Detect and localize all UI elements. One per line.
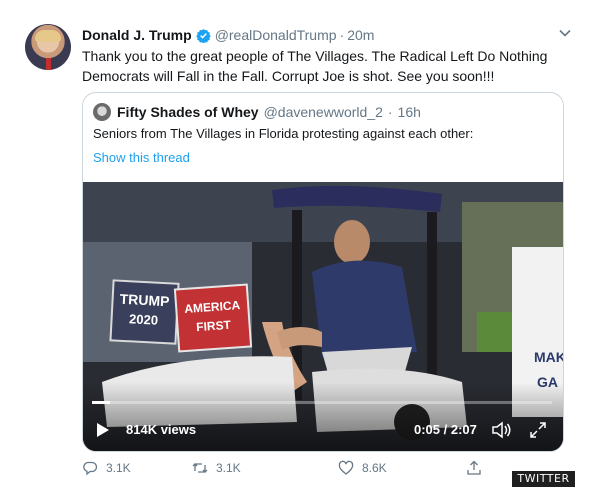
verified-icon	[195, 28, 211, 43]
twitter-watermark: TWITTER	[512, 471, 575, 487]
fullscreen-icon[interactable]	[530, 422, 546, 438]
tweet[interactable]: Donald J. Trump @realDonaldTrump · 20m T…	[0, 0, 600, 492]
share-button[interactable]	[466, 460, 490, 476]
sign-america-first-line2: FIRST	[196, 318, 232, 334]
author-name[interactable]: Donald J. Trump	[82, 27, 192, 43]
quoted-author-handle[interactable]: @davenewworld_2	[264, 104, 383, 120]
share-icon	[467, 460, 481, 475]
quoted-text: Seniors from The Villages in Florida pro…	[93, 126, 474, 141]
author-handle[interactable]: @realDonaldTrump	[215, 27, 337, 43]
sign-partial-line1: MAK	[534, 349, 564, 365]
play-icon[interactable]	[96, 422, 110, 438]
tweet-actions: 3.1K 3.1K 8.6K	[82, 460, 502, 480]
video-frame: TRUMP 2020 AMERICA FIRST MAK GA	[83, 182, 564, 451]
tweet-header: Donald J. Trump @realDonaldTrump · 20m	[82, 26, 374, 44]
show-thread-link[interactable]: Show this thread	[93, 150, 190, 165]
tweet-text: Thank you to the great people of The Vil…	[82, 48, 548, 84]
volume-icon[interactable]	[492, 421, 512, 439]
retweet-count: 3.1K	[216, 461, 241, 475]
quoted-author-name[interactable]: Fifty Shades of Whey	[117, 104, 259, 120]
quoted-timestamp[interactable]: 16h	[398, 104, 421, 120]
quoted-tweet[interactable]: Fifty Shades of Whey @davenewworld_2 · 1…	[82, 92, 564, 452]
retweet-button[interactable]: 3.1K	[192, 460, 241, 476]
quoted-separator-dot: ·	[387, 104, 393, 120]
quoted-header: Fifty Shades of Whey @davenewworld_2 · 1…	[93, 103, 421, 121]
separator-dot: ·	[339, 27, 345, 43]
tweet-timestamp[interactable]: 20m	[347, 27, 374, 43]
video-timecode: 0:05 / 2:07	[414, 422, 477, 437]
video-progress-fill	[92, 401, 111, 404]
sign-trump-2020-line2: 2020	[129, 311, 159, 327]
like-icon	[338, 460, 354, 475]
video-views: 814K views	[126, 422, 197, 437]
video-progress-bar[interactable]	[92, 401, 552, 404]
video-player[interactable]: TRUMP 2020 AMERICA FIRST MAK GA	[83, 182, 564, 451]
reply-button[interactable]: 3.1K	[82, 460, 131, 476]
like-button[interactable]: 8.6K	[338, 460, 387, 476]
like-count: 8.6K	[362, 461, 387, 475]
quoted-avatar[interactable]	[93, 103, 111, 121]
sign-trump-2020-line1: TRUMP	[119, 291, 170, 310]
reply-icon	[83, 461, 98, 476]
caret-down-icon[interactable]	[558, 26, 572, 40]
reply-count: 3.1K	[106, 461, 131, 475]
retweet-icon	[192, 463, 208, 473]
author-avatar[interactable]	[25, 24, 71, 70]
